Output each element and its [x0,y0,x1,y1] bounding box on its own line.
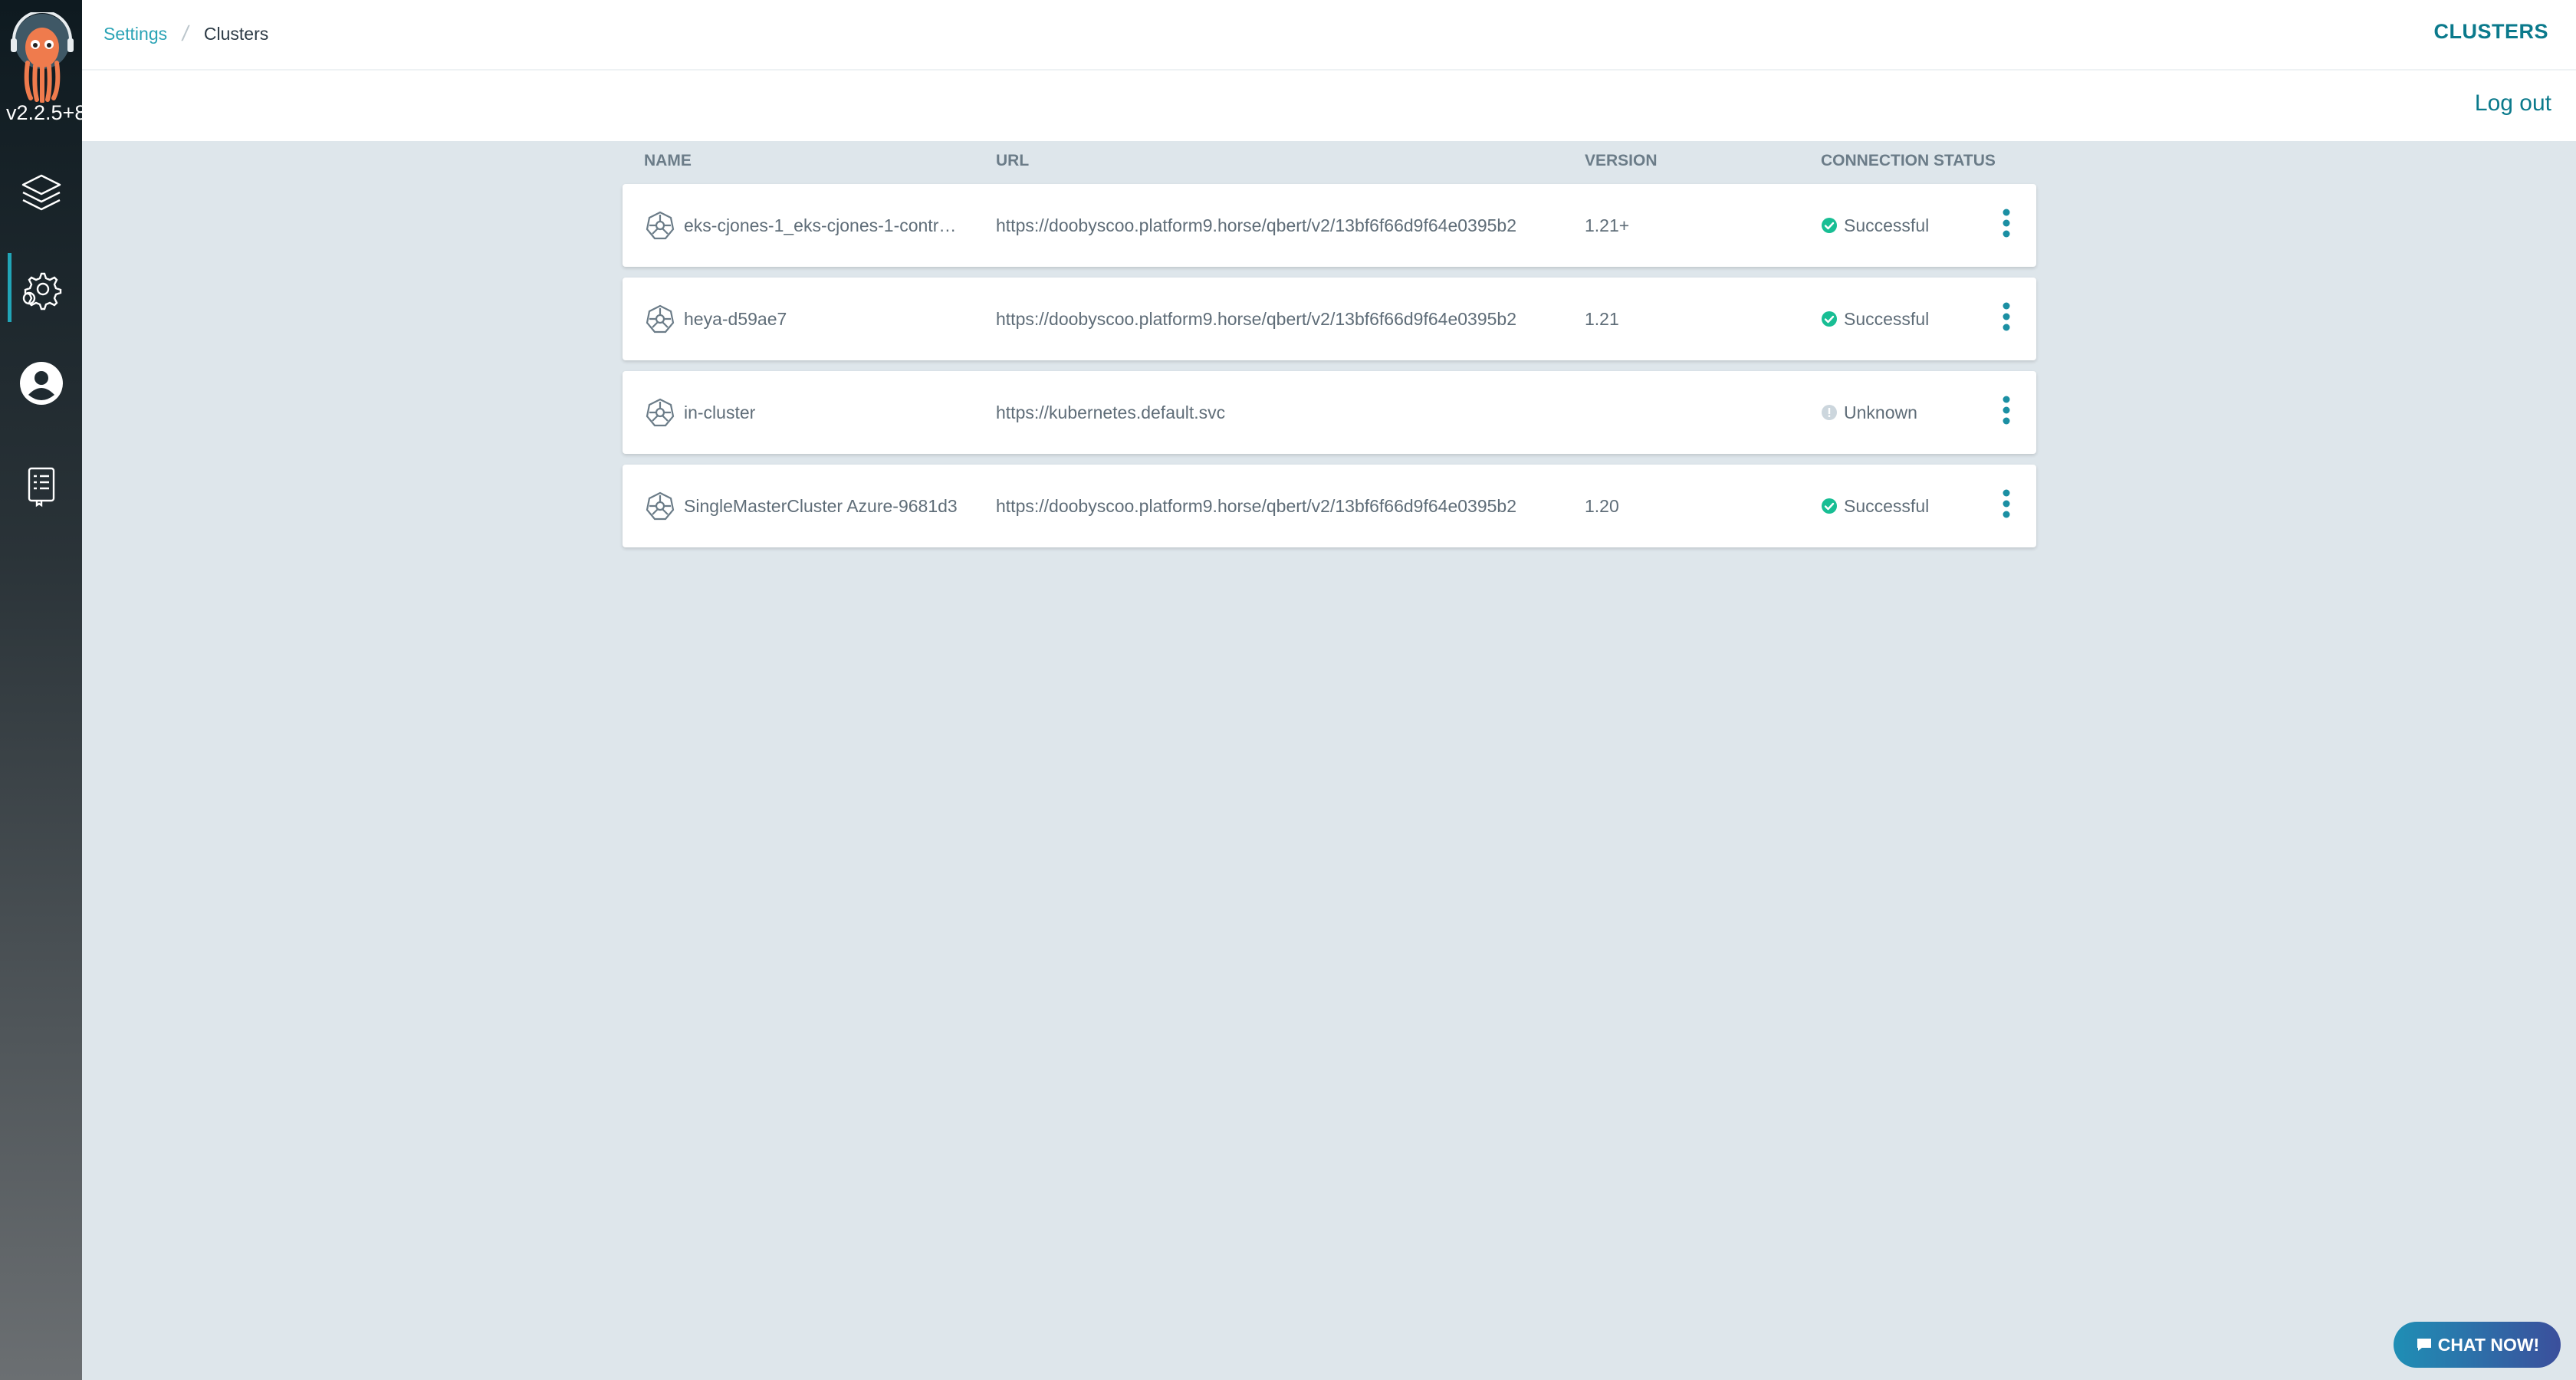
cluster-url: https://doobyscoo.platform9.horse/qbert/… [996,308,1516,329]
connection-status-cell: Successful [1821,465,1974,547]
gear-icon [22,272,61,310]
check-circle-icon [1821,217,1838,234]
toolbar: Log out [82,71,2576,141]
cluster-url: https://kubernetes.default.svc [996,402,1226,422]
sidebar-item-settings[interactable] [0,253,82,322]
table-row[interactable]: eks-cjones-1_eks-cjones-1-controller http… [623,184,2036,267]
connection-status: Successful [1844,215,1930,235]
cluster-url: https://doobyscoo.platform9.horse/qbert/… [996,495,1516,516]
breadcrumb-current: Clusters [203,23,269,44]
cluster-version: 1.21+ [1585,215,1630,235]
page-title: CLUSTERS [2433,20,2548,43]
column-header-version: VERSION [1585,152,1658,169]
cluster-version-cell: 1.21+ [1585,184,1738,267]
connection-status: Unknown [1844,402,1917,422]
more-vertical-icon [2002,395,2011,430]
cluster-version-cell: 1.21 [1585,278,1738,360]
argo-logo[interactable] [8,10,77,104]
app-version: v2.2.5+8 [6,101,82,124]
cluster-name: eks-cjones-1_eks-cjones-1-controller [684,215,960,235]
cluster-version-cell [1585,371,1738,454]
breadcrumb: Settings / Clusters [104,21,268,46]
cluster-name: SingleMasterCluster Azure-9681d3 [684,495,958,516]
chat-now-label: CHAT NOW! [2437,1334,2540,1355]
more-vertical-icon [2002,208,2011,243]
breadcrumb-separator: / [180,21,191,45]
layers-icon [21,174,61,211]
breadcrumb-settings-link[interactable]: Settings [104,24,167,44]
more-vertical-icon [2002,301,2011,337]
cluster-name: heya-d59ae7 [684,308,787,329]
cluster-icon [644,209,676,242]
row-actions-menu-button[interactable] [1987,371,2026,454]
cluster-name-cell: heya-d59ae7 [644,278,974,360]
cluster-icon [644,303,676,335]
cluster-url-cell: https://kubernetes.default.svc [996,371,1548,454]
cluster-url-cell: https://doobyscoo.platform9.horse/qbert/… [996,465,1548,547]
cluster-url-cell: https://doobyscoo.platform9.horse/qbert/… [996,184,1548,267]
clusters-table: NAME URL VERSION CONNECTION STATUS eks-c… [623,146,2036,558]
connection-status-cell: Successful [1821,278,1974,360]
cluster-version-cell: 1.20 [1585,465,1738,547]
cluster-url-cell: https://doobyscoo.platform9.horse/qbert/… [996,278,1548,360]
cluster-name: in-cluster [684,402,756,422]
check-circle-icon [1821,498,1838,514]
user-icon [19,362,63,405]
sidebar: v2.2.5+8 [0,0,82,1380]
cluster-version: 1.21 [1585,308,1619,329]
check-circle-icon [1821,310,1838,327]
chat-bubble-icon [2417,1339,2431,1351]
cluster-icon [644,396,676,429]
logout-button[interactable]: Log out [2475,90,2551,117]
table-row[interactable]: heya-d59ae7 https://doobyscoo.platform9.h… [623,278,2036,360]
column-header-url: URL [996,152,1030,169]
docs-icon [28,467,54,508]
connection-status: Successful [1844,495,1930,516]
cluster-name-cell: in-cluster [644,371,974,454]
cluster-url: https://doobyscoo.platform9.horse/qbert/… [996,215,1516,235]
table-row[interactable]: in-cluster https://kubernetes.default.svc… [623,371,2036,454]
table-header: NAME URL VERSION CONNECTION STATUS [623,146,2036,184]
table-row[interactable]: SingleMasterCluster Azure-9681d3 https://… [623,465,2036,547]
connection-status: Successful [1844,308,1930,329]
column-header-connection-status: CONNECTION STATUS [1821,152,1996,169]
sidebar-item-user-info[interactable] [0,349,82,418]
connection-status-cell: Unknown [1821,371,1974,454]
chat-now-button[interactable]: CHAT NOW! [2394,1322,2561,1368]
row-actions-menu-button[interactable] [1987,278,2026,360]
sidebar-item-applications[interactable] [0,158,82,227]
cluster-version: 1.20 [1585,495,1619,516]
info-circle-icon [1821,404,1838,421]
row-actions-menu-button[interactable] [1987,465,2026,547]
top-bar: Settings / Clusters CLUSTERS [82,0,2576,71]
cluster-name-cell: SingleMasterCluster Azure-9681d3 [644,465,974,547]
sidebar-item-documentation[interactable] [0,451,82,520]
more-vertical-icon [2002,488,2011,524]
column-header-name: NAME [644,152,692,169]
cluster-icon [644,490,676,522]
row-actions-menu-button[interactable] [1987,184,2026,267]
connection-status-cell: Successful [1821,184,1974,267]
cluster-name-cell: eks-cjones-1_eks-cjones-1-controller [644,184,974,267]
